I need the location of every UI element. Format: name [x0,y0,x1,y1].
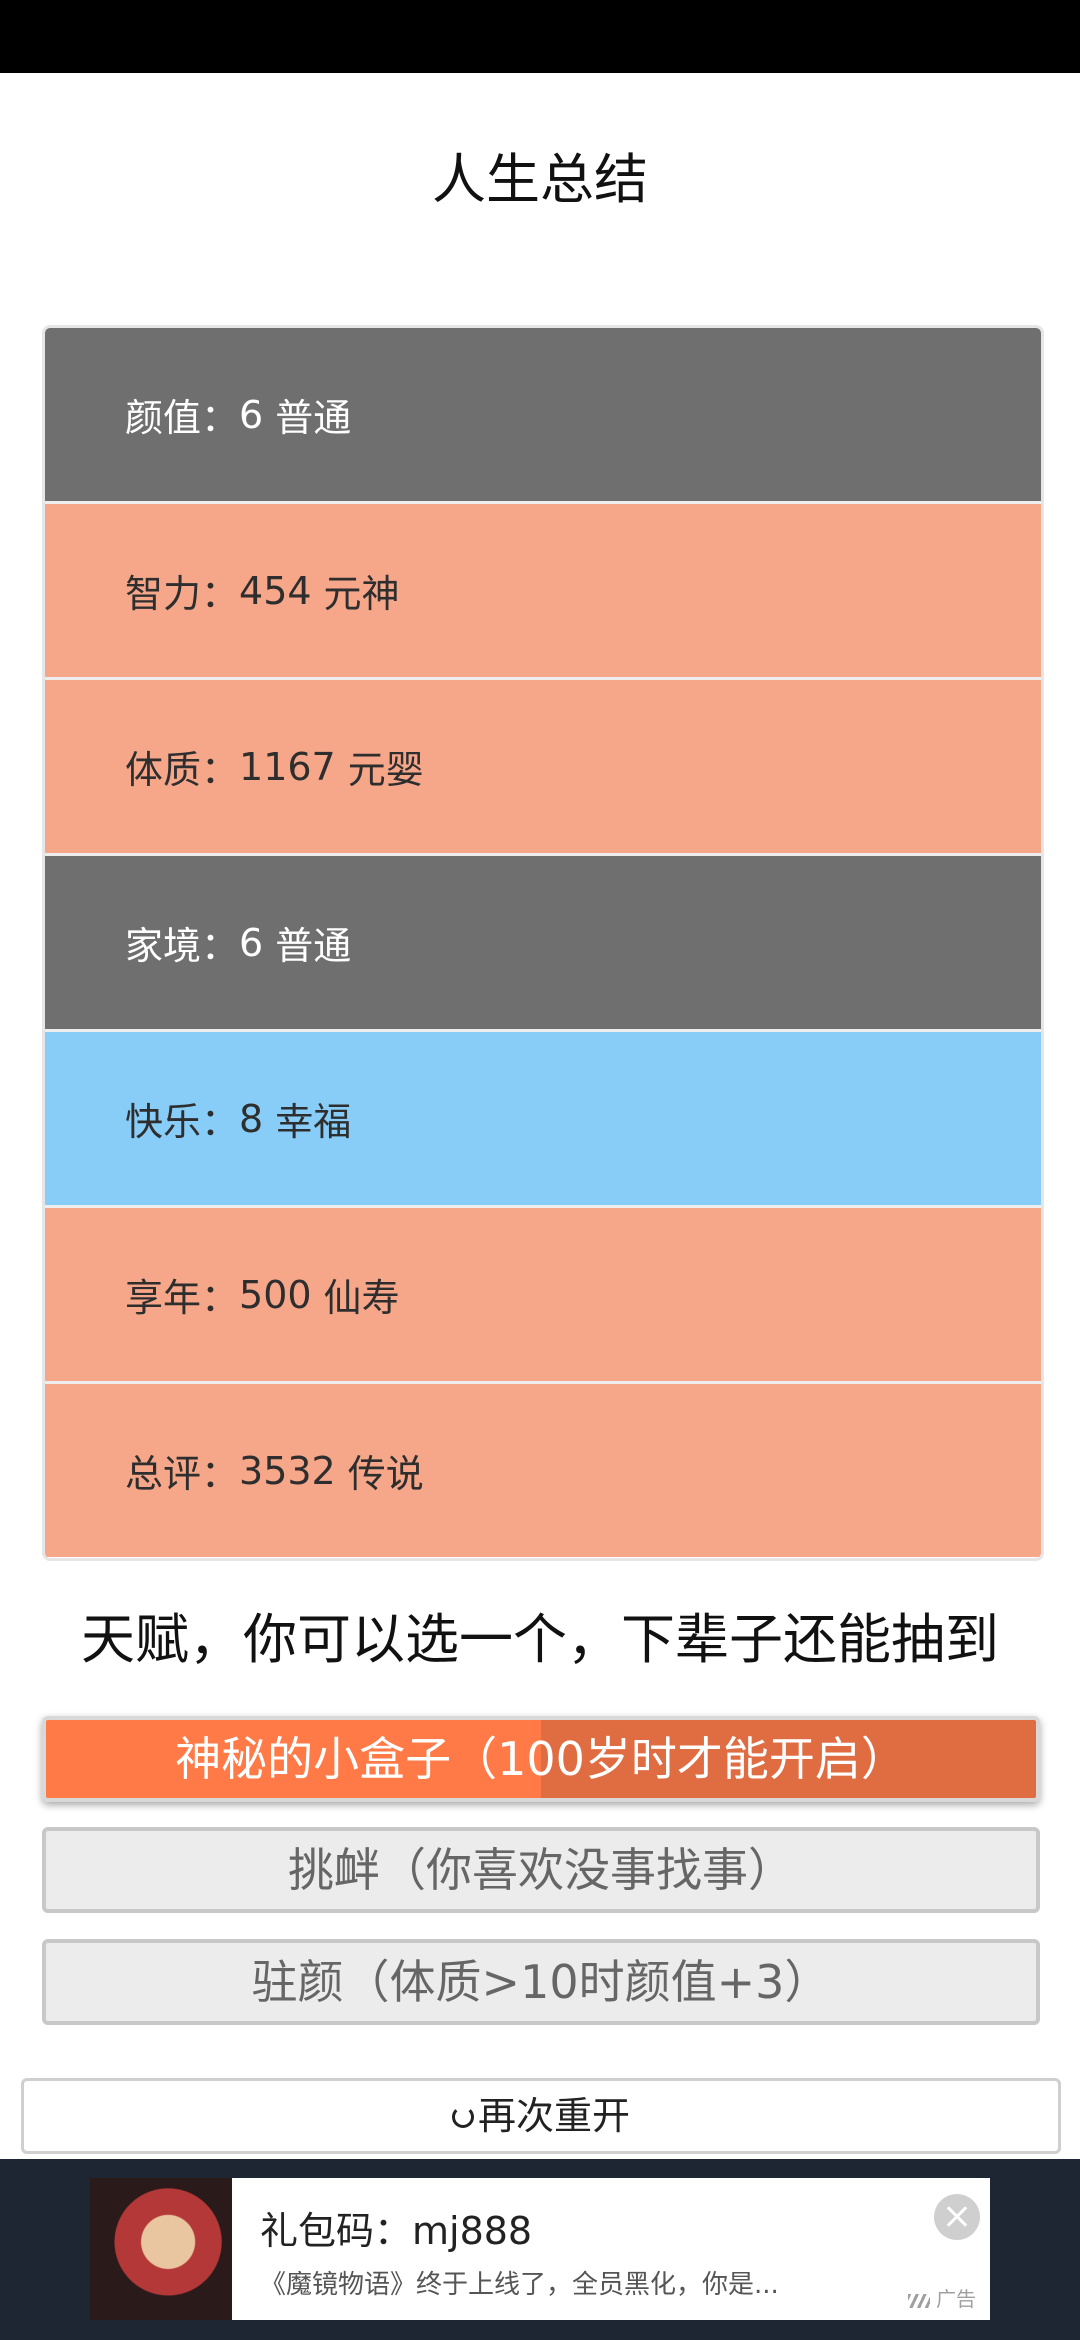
stat-value: 6 [239,920,264,965]
status-bar [0,0,1080,73]
talent-option-youth[interactable]: 驻颜（体质>10时颜值+3） [42,1939,1040,2025]
stat-row-appearance: 颜值： 6 普通 [45,328,1041,504]
restart-button[interactable]: 再次重开 [21,2078,1061,2154]
ad-tag: 广告 [908,2283,976,2312]
stat-label: 家境： [125,924,240,968]
stat-rank: 普通 [275,924,352,968]
ad-tag-label: 广告 [936,2287,976,2311]
stat-value: 8 [239,1096,264,1141]
stat-rank: 元神 [323,572,400,616]
stat-value: 6 [239,392,264,437]
stat-row-constitution: 体质： 1167 元婴 [45,680,1041,856]
stat-value: 3532 [239,1448,336,1493]
stat-rank: 传说 [347,1452,424,1496]
stat-rank: 仙寿 [323,1276,400,1320]
ad-card[interactable]: 礼包码：mj888 《魔镜物语》终于上线了，全员黑化，你是... 广告 [90,2178,990,2320]
stat-row-intelligence: 智力： 454 元神 [45,504,1041,680]
close-icon[interactable] [934,2194,980,2240]
talent-option-mystery-box[interactable]: 神秘的小盒子（100岁时才能开启） [42,1716,1040,1802]
ad-logo-icon [908,2293,930,2308]
talent-option-provoke[interactable]: 挑衅（你喜欢没事找事） [42,1827,1040,1913]
stat-row-family: 家境： 6 普通 [45,856,1041,1032]
stat-label: 总评： [125,1452,240,1496]
stat-rank: 元婴 [347,748,424,792]
stat-value: 454 [239,568,312,613]
stat-label: 颜值： [125,396,240,440]
page-title: 人生总结 [432,148,648,211]
ad-title[interactable]: 礼包码：mj888 [260,2200,532,2255]
stat-value: 500 [239,1272,312,1317]
refresh-icon [451,2105,474,2128]
stat-label: 体质： [125,748,240,792]
stat-label: 享年： [125,1276,240,1320]
stat-rank: 幸福 [275,1100,352,1144]
stat-label: 智力： [125,572,240,616]
ad-description[interactable]: 《魔镜物语》终于上线了，全员黑化，你是... [260,2264,860,2301]
game-character-image[interactable] [90,2178,232,2320]
stat-label: 快乐： [125,1100,240,1144]
talent-heading: 天赋，你可以选一个，下辈子还能抽到 [81,1608,999,1671]
stat-rank: 普通 [275,396,352,440]
stat-row-lifespan: 享年： 500 仙寿 [45,1208,1041,1384]
restart-label: 再次重开 [477,2094,630,2138]
stat-row-happiness: 快乐： 8 幸福 [45,1032,1041,1208]
stat-value: 1167 [239,744,336,789]
stat-row-overall: 总评： 3532 传说 [45,1384,1041,1557]
stats-panel: 颜值： 6 普通 智力： 454 元神 体质： 1167 元婴 家境： 6 普通 快乐： 8 幸福 … [42,325,1044,1561]
